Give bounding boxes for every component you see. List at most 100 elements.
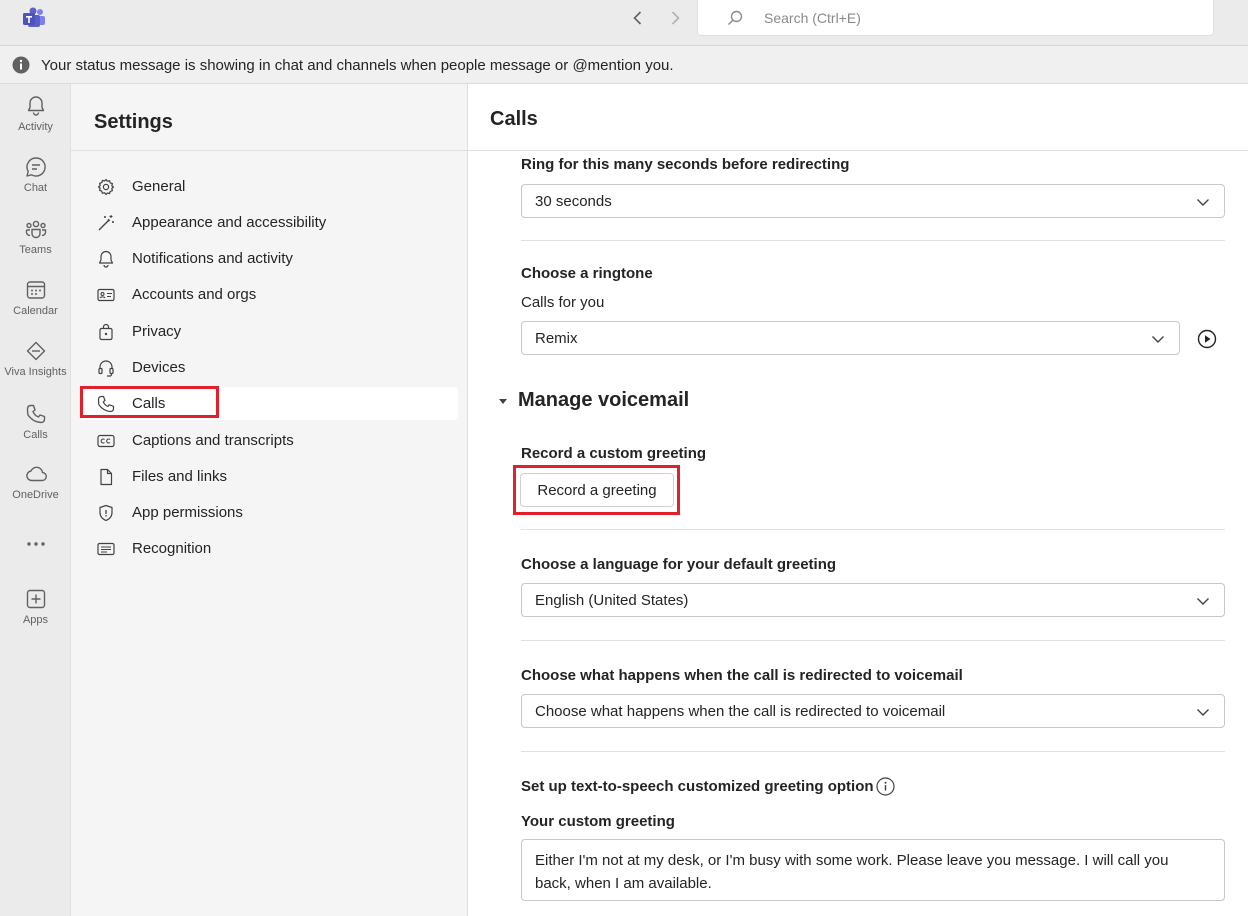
divider (521, 640, 1225, 641)
search-placeholder: Search (Ctrl+E) (764, 10, 861, 26)
content-header: Calls (468, 84, 1248, 151)
greeting-language-dropdown[interactable]: English (United States) (521, 583, 1225, 617)
search-input[interactable]: Search (Ctrl+E) (697, 0, 1214, 36)
search-icon (728, 10, 743, 25)
rail-label: OneDrive (12, 489, 59, 501)
ring-duration-dropdown[interactable]: 30 seconds (521, 184, 1225, 218)
ringtone-label: Choose a ringtone (521, 265, 653, 282)
bell-icon (98, 250, 114, 268)
ringtone-sublabel: Calls for you (521, 294, 605, 311)
gear-icon (97, 178, 115, 196)
ringtone-dropdown[interactable]: Remix (521, 321, 1180, 355)
dropdown-value: 30 seconds (535, 193, 612, 210)
settings-title: Settings (94, 111, 173, 133)
settings-item-label: Notifications and activity (132, 250, 293, 267)
settings-item-label: Recognition (132, 540, 212, 557)
settings-item-appearance[interactable]: Appearance and accessibility (80, 206, 458, 239)
chevron-down-icon (1197, 199, 1209, 206)
highlight-box-calls (80, 386, 219, 418)
your-custom-greeting-label: Your custom greeting (521, 813, 675, 830)
settings-item-label: Privacy (132, 323, 182, 340)
teams-icon (25, 220, 46, 239)
headset-icon (98, 360, 114, 377)
rail-label: Calls (23, 429, 48, 441)
custom-greeting-textarea[interactable]: Either I'm not at my desk, or I'm busy w… (521, 839, 1225, 901)
calendar-icon (26, 281, 45, 299)
settings-item-recognition[interactable]: Recognition (80, 532, 458, 565)
settings-item-label: Files and links (132, 468, 228, 485)
teams-logo-icon[interactable] (22, 7, 46, 29)
manage-voicemail-heading: Manage voicemail (518, 389, 690, 411)
rail-item-viva-insights[interactable]: Viva Insights (0, 339, 71, 395)
settings-panel: Settings General Appearance and accessib… (71, 84, 468, 916)
forward-arrow-icon[interactable] (665, 8, 685, 28)
settings-item-app-permissions[interactable]: App permissions (80, 496, 458, 529)
custom-greeting-text: Either I'm not at my desk, or I'm busy w… (535, 852, 1169, 892)
id-card-icon (97, 288, 115, 302)
settings-item-accounts[interactable]: Accounts and orgs (80, 278, 458, 311)
custom-greeting-label: Record a custom greeting (521, 445, 707, 462)
rail-label: Chat (23, 182, 48, 194)
settings-item-general[interactable]: General (80, 170, 458, 203)
add-apps-icon (26, 589, 45, 609)
page-title: Calls (490, 108, 538, 130)
rail-item-more[interactable] (0, 534, 71, 590)
chevron-down-icon (1197, 709, 1209, 716)
settings-item-label: App permissions (132, 504, 243, 521)
phone-icon (26, 404, 45, 424)
highlight-box-record-greeting (513, 465, 680, 515)
lock-icon (99, 323, 113, 341)
bell-icon (27, 96, 44, 116)
rail-item-teams[interactable]: Teams (0, 217, 71, 273)
info-icon[interactable] (876, 777, 895, 796)
settings-item-files[interactable]: Files and links (80, 460, 458, 493)
rail-label: Calendar (13, 305, 58, 317)
settings-item-label: General (132, 178, 186, 195)
dropdown-value: Choose what happens when the call is red… (535, 703, 946, 720)
settings-item-label: Accounts and orgs (132, 286, 257, 303)
greeting-language-label: Choose a language for your default greet… (521, 556, 837, 573)
rail-item-onedrive[interactable]: OneDrive (0, 462, 71, 518)
tts-greeting-label: Set up text-to-speech customized greetin… (521, 778, 874, 795)
divider (521, 529, 1225, 530)
divider (71, 150, 468, 151)
app-rail: Activity Chat Teams Calendar Viva Insigh… (0, 84, 71, 916)
chevron-down-icon (1152, 336, 1164, 343)
divider (521, 751, 1225, 752)
text-lines-icon (97, 542, 115, 556)
voicemail-redirect-label: Choose what happens when the call is red… (521, 667, 963, 684)
settings-item-label: Devices (132, 359, 186, 376)
settings-item-notifications[interactable]: Notifications and activity (80, 242, 458, 275)
closed-captions-icon (97, 434, 115, 448)
viva-insights-icon (26, 341, 45, 361)
chat-icon (25, 157, 46, 177)
rail-label: Apps (22, 614, 49, 626)
rail-item-apps[interactable]: Apps (0, 587, 71, 643)
settings-item-label: Captions and transcripts (132, 432, 294, 449)
document-icon (100, 468, 113, 486)
rail-item-calendar[interactable]: Calendar (0, 278, 71, 334)
title-bar: Search (Ctrl+E) (0, 0, 1248, 46)
ring-duration-label: Ring for this many seconds before redire… (521, 156, 850, 173)
settings-item-privacy[interactable]: Privacy (80, 315, 458, 348)
shield-icon (99, 504, 113, 522)
settings-item-captions[interactable]: Captions and transcripts (80, 424, 458, 457)
settings-item-devices[interactable]: Devices (80, 351, 458, 384)
rail-label: Viva Insights (4, 366, 67, 378)
rail-label: Activity (18, 121, 53, 133)
settings-item-label: Appearance and accessibility (132, 214, 327, 231)
magic-wand-icon (98, 215, 114, 231)
divider (521, 240, 1225, 241)
cloud-icon (25, 466, 47, 482)
play-ringtone-icon[interactable] (1197, 329, 1217, 349)
voicemail-redirect-dropdown[interactable]: Choose what happens when the call is red… (521, 694, 1225, 728)
rail-label: Teams (19, 244, 52, 256)
dropdown-value: English (United States) (535, 592, 689, 609)
collapse-caret-icon[interactable] (498, 396, 508, 406)
chevron-down-icon (1197, 598, 1209, 605)
rail-item-chat[interactable]: Chat (0, 155, 71, 211)
banner-text: Your status message is showing in chat a… (41, 57, 674, 74)
rail-item-calls[interactable]: Calls (0, 402, 71, 458)
back-arrow-icon[interactable] (628, 8, 648, 28)
rail-item-activity[interactable]: Activity (0, 94, 71, 150)
